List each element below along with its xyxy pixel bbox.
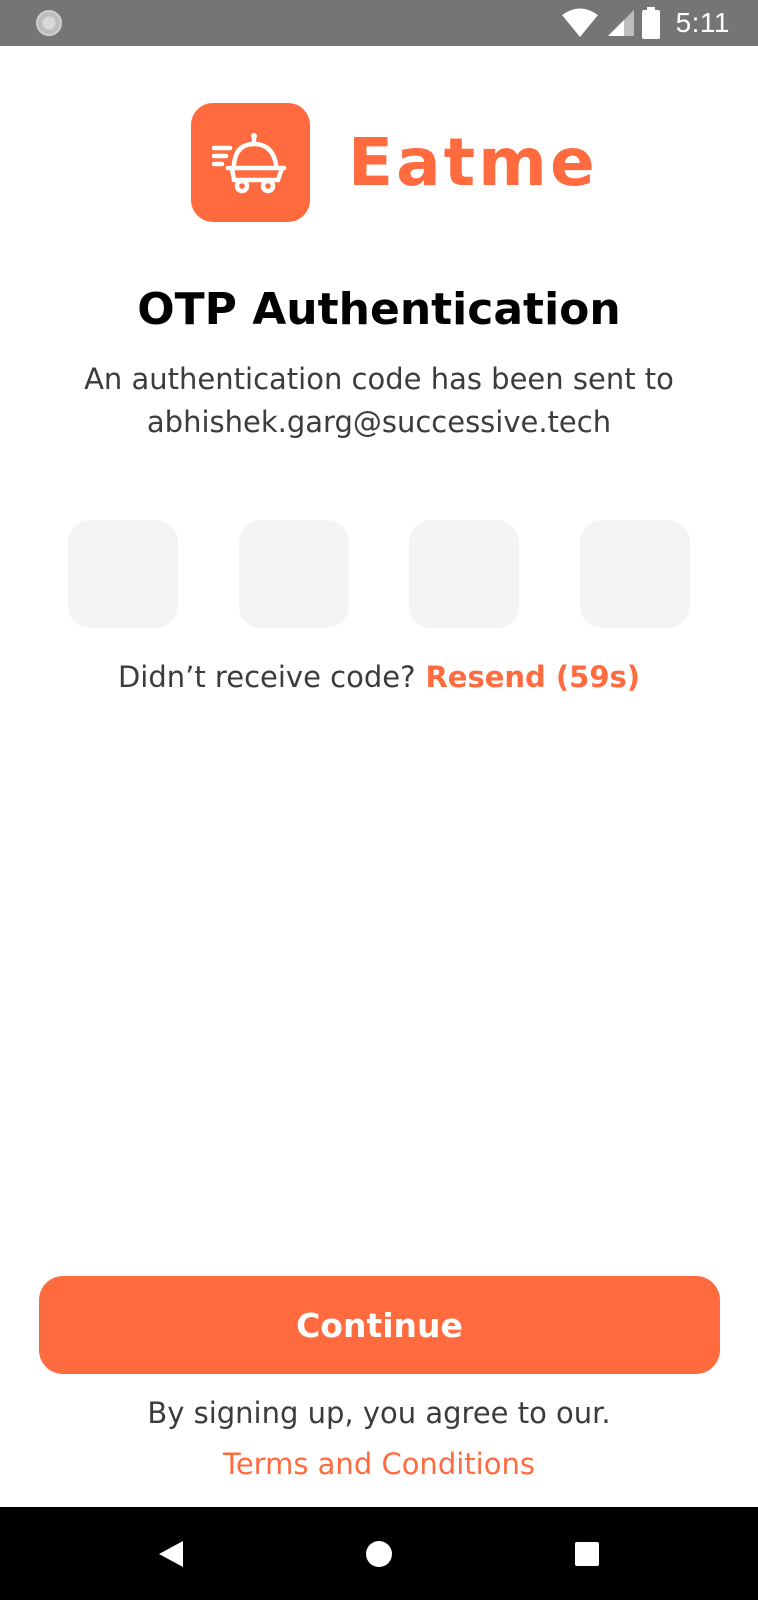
signal-icon (607, 10, 634, 36)
terms-link[interactable]: Terms and Conditions (0, 1447, 758, 1481)
brand-logo: Eatme (191, 102, 598, 222)
agree-text: By signing up, you agree to our. (147, 1396, 611, 1430)
notification-icon (36, 10, 62, 36)
subtitle-line: An authentication code has been sent to (84, 362, 674, 396)
resend-prompt: Didn’t receive code? (117, 660, 416, 694)
home-circle-icon[interactable] (354, 1529, 404, 1579)
otp-digit-4[interactable] (579, 520, 690, 628)
page-subtitle: An authentication code has been sent to … (40, 358, 718, 444)
recipient-email: abhishek.garg@successive.tech (146, 405, 612, 439)
recents-square-icon[interactable] (562, 1529, 612, 1579)
status-icons: 5:11 (561, 0, 730, 46)
otp-input-group (68, 520, 690, 628)
resend-link[interactable]: Resend (59s) (425, 660, 640, 694)
otp-digit-3[interactable] (409, 520, 520, 628)
status-bar: 5:11 (0, 0, 758, 46)
page-title: OTP Authentication (137, 284, 621, 335)
status-time: 5:11 (675, 7, 730, 38)
otp-screen: 5:11 Eatme OTP Authentication An authent… (0, 0, 758, 1600)
continue-button[interactable]: Continue (39, 1276, 720, 1374)
battery-icon (641, 7, 660, 39)
brand-name: Eatme (348, 123, 598, 201)
food-delivery-cart-icon (191, 102, 310, 222)
wifi-icon (561, 8, 598, 37)
navigation-bar (0, 1507, 758, 1600)
otp-digit-1[interactable] (68, 520, 178, 628)
back-triangle-icon[interactable] (146, 1529, 196, 1579)
otp-digit-2[interactable] (238, 520, 349, 628)
resend-row: Didn’t receive code? Resend (59s) (0, 660, 758, 694)
